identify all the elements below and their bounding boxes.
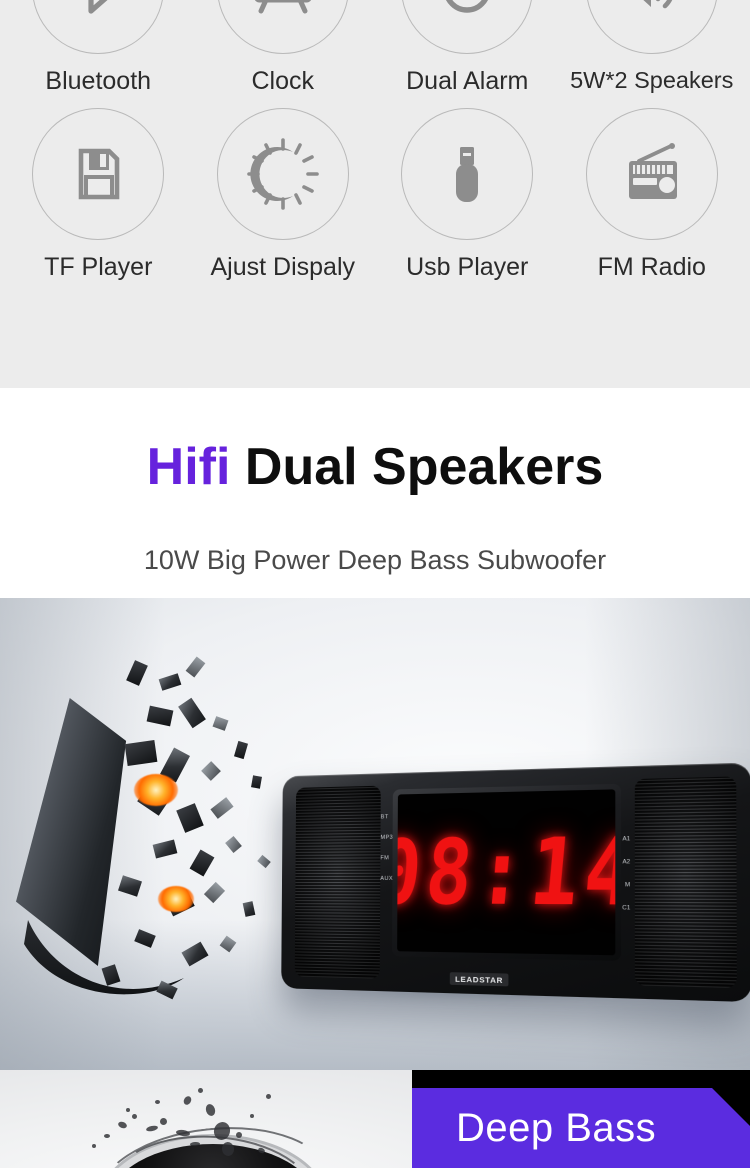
led-clock-readout: 08:14 xyxy=(397,817,616,928)
hero-product-image: BT MP3 FM AUX 08:14 A1 A2 M C1 LEADSTAR xyxy=(0,598,750,1070)
deep-bass-banner: Deep Bass xyxy=(412,1088,750,1168)
feature-row-bottom: TF Player Ajust Dispaly Usb Player FM Ra… xyxy=(0,107,750,282)
led-screen-bezel: 08:14 xyxy=(392,783,622,961)
feature-item-tf-player[interactable]: TF Player xyxy=(6,107,191,282)
device-mode-labels: BT MP3 FM AUX xyxy=(380,814,393,882)
moon-brightness-icon xyxy=(216,107,349,240)
indicator-label: C1 xyxy=(622,904,631,912)
indicator-label: A1 xyxy=(622,835,631,843)
mode-label: AUX xyxy=(380,875,393,882)
feature-row-top: Bluetooth 00:00 Clock xyxy=(0,0,750,96)
spark-glow xyxy=(158,886,194,912)
mode-label: MP3 xyxy=(380,834,394,841)
feature-label: 5W*2 Speakers xyxy=(570,67,734,93)
feature-item-speakers[interactable]: 5W*2 Speakers xyxy=(560,0,745,96)
feature-label: Dual Alarm xyxy=(406,67,529,95)
headline-section: Hifi Dual Speakers 10W Big Power Deep Ba… xyxy=(0,388,750,598)
mode-label: FM xyxy=(380,855,390,862)
alarm-clock-icon xyxy=(401,0,534,54)
digital-clock-icon: 00:00 xyxy=(216,0,349,54)
speaker-wave-icon xyxy=(585,0,718,54)
speaker-grille-right xyxy=(634,776,737,989)
spark-glow xyxy=(134,774,178,806)
feature-label: Usb Player xyxy=(406,252,529,281)
radio-icon xyxy=(585,107,718,240)
feature-item-usb-player[interactable]: Usb Player xyxy=(375,107,560,282)
feature-item-fm-radio[interactable]: FM Radio xyxy=(560,107,745,282)
feature-label: FM Radio xyxy=(597,252,706,281)
indicator-label: A2 xyxy=(622,858,631,866)
glass-blade-shape xyxy=(16,698,127,966)
mode-label: BT xyxy=(380,814,389,821)
feature-item-dual-alarm[interactable]: Dual Alarm xyxy=(375,0,560,96)
page-subtitle: 10W Big Power Deep Bass Subwoofer xyxy=(143,544,607,575)
headline-rest: Dual Speakers xyxy=(230,437,604,496)
speaker-grille-left xyxy=(294,785,381,979)
usb-drive-icon xyxy=(401,107,534,240)
device-indicator-labels: A1 A2 M C1 xyxy=(622,836,630,912)
feature-item-clock[interactable]: 00:00 Clock xyxy=(191,0,376,96)
deep-bass-banner-area: Deep Bass xyxy=(412,1070,750,1168)
feature-label: Clock xyxy=(251,67,314,95)
feature-item-bluetooth[interactable]: Bluetooth xyxy=(6,0,191,96)
feature-item-adjust-display[interactable]: Ajust Dispaly xyxy=(191,107,376,282)
shattered-glass-graphic xyxy=(8,646,278,1016)
indicator-label: M xyxy=(624,882,631,889)
feature-icon-grid: Bluetooth 00:00 Clock xyxy=(0,0,750,388)
brand-logo: LEADSTAR xyxy=(449,972,509,987)
page-title: Hifi Dual Speakers xyxy=(146,437,604,496)
feature-label: Bluetooth xyxy=(45,67,152,95)
speaker-clock-device: BT MP3 FM AUX 08:14 A1 A2 M C1 LEADSTAR xyxy=(281,762,750,1003)
led-screen: 08:14 xyxy=(397,789,616,956)
feature-label: Ajust Dispaly xyxy=(210,252,356,281)
bottom-strip: Deep Bass xyxy=(0,1070,750,1168)
water-splash-speaker-photo xyxy=(0,1070,412,1168)
feature-label: TF Player xyxy=(44,252,153,281)
bluetooth-icon xyxy=(32,0,165,54)
deep-bass-label: Deep Bass xyxy=(456,1106,657,1150)
headline-highlight: Hifi xyxy=(146,437,231,496)
memory-card-icon xyxy=(32,107,165,240)
